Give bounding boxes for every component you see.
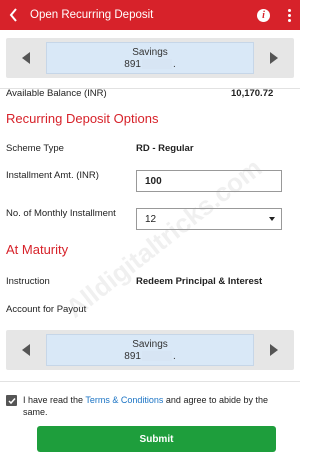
account-number-prefix: 891 xyxy=(124,350,141,362)
triangle-left-icon xyxy=(22,52,30,64)
available-balance-label: Available Balance (INR) xyxy=(6,88,107,99)
account-number-suffix: . xyxy=(172,58,176,70)
account-name: Savings xyxy=(132,338,168,350)
next-payout-account-button[interactable] xyxy=(254,330,294,370)
monthly-installment-select[interactable]: 12 xyxy=(136,208,282,230)
dropdown-caret-icon xyxy=(269,217,275,221)
instruction-label: Instruction xyxy=(6,276,50,287)
monthly-installment-row: No. of Monthly Installment 12 xyxy=(6,208,294,230)
available-balance-value: 10,170.72 xyxy=(231,88,274,99)
page-title: Open Recurring Deposit xyxy=(30,9,154,21)
installment-amount-input[interactable]: 100 xyxy=(136,170,282,192)
divider xyxy=(0,381,300,382)
prev-account-button[interactable] xyxy=(6,38,46,78)
back-button[interactable] xyxy=(0,0,28,30)
triangle-left-icon xyxy=(22,344,30,356)
account-number-prefix: 891 xyxy=(124,58,141,70)
submit-button[interactable]: Submit xyxy=(37,426,276,452)
scheme-type-row: Scheme Type RD - Regular xyxy=(6,143,294,154)
available-balance-row: Available Balance (INR) 10,170.72 xyxy=(6,88,294,99)
payout-account-label: Account for Payout xyxy=(6,304,87,315)
scheme-type-value: RD - Regular xyxy=(136,143,194,154)
instruction-value: Redeem Principal & Interest xyxy=(136,276,263,287)
info-icon[interactable]: i xyxy=(257,8,270,22)
chevron-left-icon xyxy=(9,8,17,22)
installment-row: Installment Amt. (INR) 100 xyxy=(6,170,294,192)
account-number-suffix: . xyxy=(172,350,176,362)
account-number-mask xyxy=(141,59,172,69)
scheme-type-label: Scheme Type xyxy=(6,143,64,154)
instruction-row: Instruction Redeem Principal & Interest xyxy=(6,276,294,287)
monthly-installment-value: 12 xyxy=(145,213,157,225)
payout-account-card[interactable]: Savings 891 . xyxy=(46,334,254,366)
checkmark-icon xyxy=(7,397,16,404)
account-name: Savings xyxy=(132,46,168,58)
account-number: 891 . xyxy=(124,351,175,362)
payout-account-row: Account for Payout xyxy=(6,304,294,315)
app-bar: Open Recurring Deposit i xyxy=(0,0,300,30)
account-number: 891 . xyxy=(124,59,175,70)
installment-label: Installment Amt. (INR) xyxy=(6,170,99,181)
prev-payout-account-button[interactable] xyxy=(6,330,46,370)
triangle-right-icon xyxy=(270,344,278,356)
source-account-card[interactable]: Savings 891 . xyxy=(46,42,254,74)
rd-options-heading: Recurring Deposit Options xyxy=(6,111,159,126)
account-number-mask xyxy=(141,351,172,361)
triangle-right-icon xyxy=(270,52,278,64)
source-account-carousel: Savings 891 . xyxy=(6,38,294,78)
terms-checkbox[interactable] xyxy=(6,395,17,406)
terms-prefix: I have read the xyxy=(23,395,86,405)
at-maturity-heading: At Maturity xyxy=(6,242,69,257)
payout-account-carousel: Savings 891 . xyxy=(6,330,294,370)
terms-link[interactable]: Terms & Conditions xyxy=(85,395,163,405)
terms-agreement: I have read the Terms & Conditions and a… xyxy=(6,394,286,418)
terms-text: I have read the Terms & Conditions and a… xyxy=(23,394,286,418)
more-options-icon[interactable] xyxy=(284,5,294,25)
monthly-installment-label: No. of Monthly Installment xyxy=(6,208,116,219)
next-account-button[interactable] xyxy=(254,38,294,78)
